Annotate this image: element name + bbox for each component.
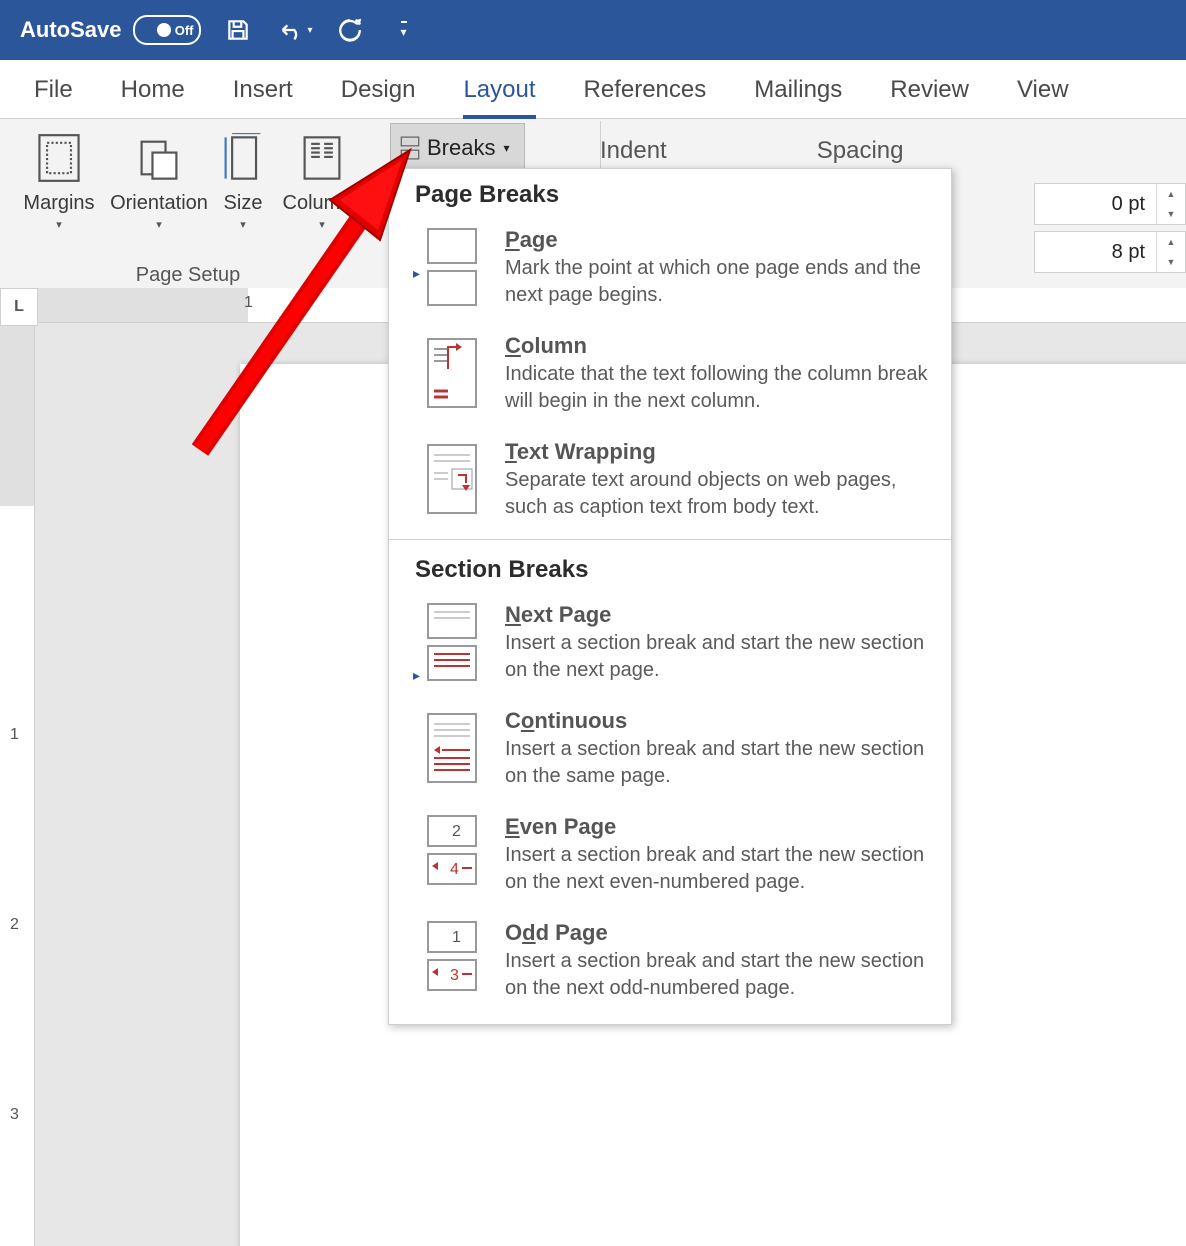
chevron-down-icon: ▾ bbox=[240, 218, 246, 231]
ribbon-tabs: File Home Insert Design Layout Reference… bbox=[0, 60, 1186, 119]
break-page-desc: Mark the point at which one page ends an… bbox=[505, 255, 933, 309]
break-text-wrapping-desc: Separate text around objects on web page… bbox=[505, 467, 933, 521]
page-setup-group: Margins ▾ Orientation ▾ Size ▾ bbox=[10, 123, 366, 293]
next-page-icon bbox=[421, 602, 483, 680]
redo-icon bbox=[337, 17, 363, 43]
break-column-desc: Indicate that the text following the col… bbox=[505, 361, 933, 415]
spacing-after-input[interactable]: 8 pt ▲▼ bbox=[1034, 231, 1186, 273]
spacing-before-input[interactable]: 0 pt ▲▼ bbox=[1034, 183, 1186, 225]
autosave-toggle[interactable]: Off bbox=[133, 15, 201, 45]
even-page-icon: 24 bbox=[421, 814, 483, 892]
break-even-page-item[interactable]: 24 Even Page Insert a section break and … bbox=[389, 804, 951, 910]
break-page-title: Page bbox=[505, 227, 933, 253]
undo-dropdown-icon[interactable]: ▾ bbox=[307, 25, 312, 36]
spacing-after-value: 8 pt bbox=[1112, 241, 1145, 264]
breaks-button[interactable]: Breaks ▾ bbox=[390, 123, 525, 173]
column-break-icon bbox=[421, 333, 483, 411]
indicator-icon: ▸ bbox=[413, 667, 420, 684]
tab-layout[interactable]: Layout bbox=[439, 64, 559, 118]
break-odd-page-title: Odd Page bbox=[505, 920, 933, 946]
orientation-icon bbox=[137, 129, 181, 187]
tab-file[interactable]: File bbox=[10, 64, 97, 118]
spacing-before-value: 0 pt bbox=[1112, 193, 1145, 216]
svg-text:4: 4 bbox=[450, 861, 459, 878]
page-break-icon bbox=[421, 227, 483, 305]
break-text-wrapping-item[interactable]: Text Wrapping Separate text around objec… bbox=[389, 429, 951, 535]
columns-button[interactable]: Columns ▾ bbox=[282, 123, 362, 231]
group-title-page-setup: Page Setup bbox=[136, 264, 241, 287]
break-odd-page-desc: Insert a section break and start the new… bbox=[505, 948, 933, 1002]
odd-page-icon: 13 bbox=[421, 920, 483, 998]
breaks-label: Breaks bbox=[427, 135, 495, 161]
chevron-down-icon: ▾ bbox=[319, 218, 325, 231]
spacing-spinners: 0 pt ▲▼ 8 pt ▲▼ bbox=[1034, 183, 1186, 273]
spinner-arrows[interactable]: ▲▼ bbox=[1156, 184, 1185, 224]
save-icon bbox=[225, 17, 251, 43]
tab-home[interactable]: Home bbox=[97, 64, 209, 118]
breaks-dropdown: Page Breaks ▸ Page Mark the point at whi… bbox=[388, 168, 952, 1025]
columns-icon bbox=[300, 129, 344, 187]
break-next-page-item[interactable]: ▸ Next Page Insert a section break and s… bbox=[389, 592, 951, 698]
text-wrapping-icon bbox=[421, 439, 483, 517]
margins-button[interactable]: Margins ▾ bbox=[14, 123, 104, 231]
save-button[interactable] bbox=[221, 13, 255, 47]
tab-references[interactable]: References bbox=[560, 64, 731, 118]
svg-text:3: 3 bbox=[450, 967, 459, 984]
toggle-dot-icon bbox=[157, 23, 171, 37]
autosave-state: Off bbox=[175, 23, 194, 38]
autosave-control[interactable]: AutoSave Off bbox=[20, 15, 201, 45]
continuous-icon bbox=[421, 708, 483, 786]
break-continuous-title: Continuous bbox=[505, 708, 933, 734]
break-continuous-desc: Insert a section break and start the new… bbox=[505, 736, 933, 790]
break-column-item[interactable]: Column Indicate that the text following … bbox=[389, 323, 951, 429]
break-continuous-item[interactable]: Continuous Insert a section break and st… bbox=[389, 698, 951, 804]
tab-view[interactable]: View bbox=[993, 64, 1093, 118]
page-breaks-heading: Page Breaks bbox=[389, 169, 951, 217]
break-even-page-title: Even Page bbox=[505, 814, 933, 840]
undo-icon bbox=[278, 18, 306, 42]
redo-button[interactable] bbox=[333, 13, 367, 47]
break-column-title: Column bbox=[505, 333, 933, 359]
svg-text:1: 1 bbox=[452, 929, 461, 946]
break-page-item[interactable]: ▸ Page Mark the point at which one page … bbox=[389, 217, 951, 323]
section-breaks-heading: Section Breaks bbox=[389, 544, 951, 592]
title-bar: AutoSave Off ▾ ▾ bbox=[0, 0, 1186, 60]
indicator-icon: ▸ bbox=[413, 265, 420, 282]
break-odd-page-item[interactable]: 13 Odd Page Insert a section break and s… bbox=[389, 910, 951, 1016]
spinner-arrows[interactable]: ▲▼ bbox=[1156, 232, 1185, 272]
size-button[interactable]: Size ▾ bbox=[214, 123, 272, 231]
break-even-page-desc: Insert a section break and start the new… bbox=[505, 842, 933, 896]
svg-text:2: 2 bbox=[452, 823, 461, 840]
chevron-down-icon: ▾ bbox=[56, 218, 62, 231]
margins-icon bbox=[37, 129, 81, 187]
tab-mailings[interactable]: Mailings bbox=[730, 64, 866, 118]
size-icon bbox=[221, 129, 265, 187]
tab-insert[interactable]: Insert bbox=[209, 64, 317, 118]
chevron-down-icon: ▾ bbox=[156, 218, 162, 231]
break-next-page-desc: Insert a section break and start the new… bbox=[505, 630, 933, 684]
indent-label: Indent bbox=[600, 119, 667, 165]
chevron-down-icon: ▾ bbox=[503, 141, 509, 155]
tab-design[interactable]: Design bbox=[317, 64, 440, 118]
orientation-button[interactable]: Orientation ▾ bbox=[114, 123, 204, 231]
break-next-page-title: Next Page bbox=[505, 602, 933, 628]
breaks-icon bbox=[399, 136, 421, 160]
vertical-ruler[interactable]: 1 2 3 bbox=[0, 326, 35, 1246]
undo-button[interactable] bbox=[275, 13, 309, 47]
menu-separator bbox=[389, 539, 951, 540]
tab-review[interactable]: Review bbox=[866, 64, 993, 118]
break-text-wrapping-title: Text Wrapping bbox=[505, 439, 933, 465]
autosave-label: AutoSave bbox=[20, 17, 121, 43]
customize-qat-button[interactable]: ▾ bbox=[387, 13, 421, 47]
chevron-down-icon: ▾ bbox=[401, 21, 407, 39]
spacing-label: Spacing bbox=[817, 119, 904, 165]
tab-selector[interactable]: L bbox=[0, 288, 38, 326]
